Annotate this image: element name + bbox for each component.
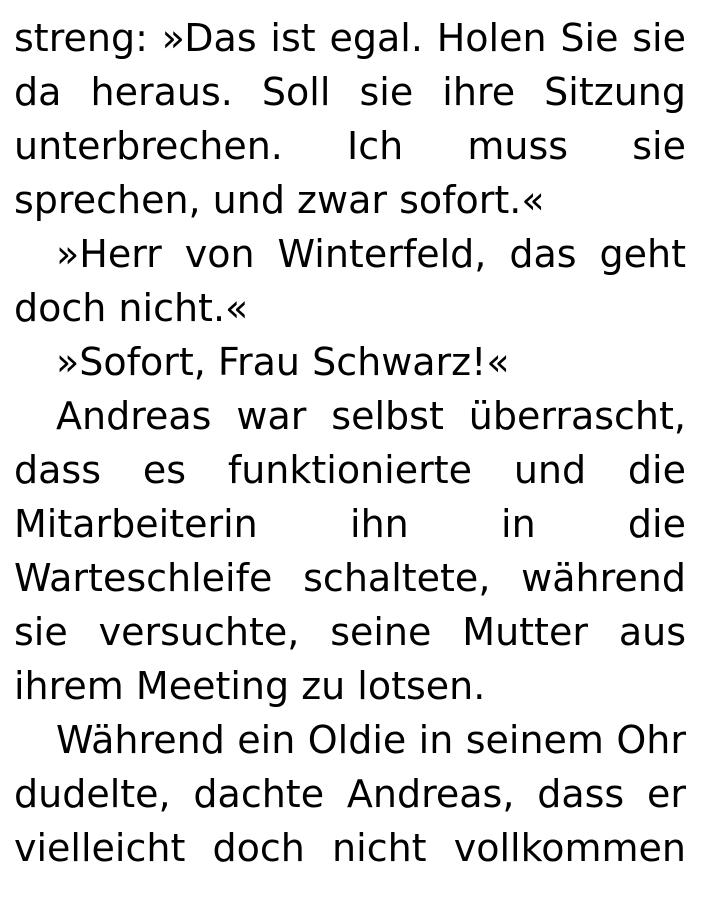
text-line: »Sofort, Frau Schwarz!«	[56, 340, 510, 384]
text-line: Mitarbeiterin ihn in die	[14, 502, 686, 546]
text-line: streng: »Das ist egal. Holen Sie sie	[14, 16, 686, 60]
paragraph: »Herr von Winterfeld, das geht doch nich…	[14, 227, 686, 335]
text-line: ihrem Meeting zu lotsen.	[14, 664, 486, 708]
text-line: Andreas war selbst überrascht,	[56, 394, 686, 438]
text-line: sie versuchte, seine Mutter aus	[14, 610, 686, 654]
text-line: vielleicht doch nicht vollkommen	[14, 826, 686, 870]
text-line: Während ein Oldie in seinem Ohr	[56, 718, 686, 762]
paragraph: »Sofort, Frau Schwarz!«	[14, 335, 686, 389]
book-page: streng: »Das ist egal. Holen Sie sie da …	[14, 11, 686, 875]
text-line: doch nicht.«	[14, 286, 249, 330]
text-line: da heraus. Soll sie ihre Sitzung	[14, 70, 686, 114]
text-line: sprechen, und zwar sofort.«	[14, 178, 545, 222]
paragraph: Während ein Oldie in seinem Ohr dudelte,…	[14, 713, 686, 875]
paragraph: streng: »Das ist egal. Holen Sie sie da …	[14, 11, 686, 227]
text-line: dudelte, dachte Andreas, dass er	[14, 772, 686, 816]
paragraph: Andreas war selbst überrascht, dass es f…	[14, 389, 686, 713]
text-line: Warteschleife schaltete, während	[14, 556, 686, 600]
text-line: »Herr von Winterfeld, das geht	[56, 232, 686, 276]
text-line: dass es funktionierte und die	[14, 448, 686, 492]
text-line: unterbrechen. Ich muss sie	[14, 124, 686, 168]
